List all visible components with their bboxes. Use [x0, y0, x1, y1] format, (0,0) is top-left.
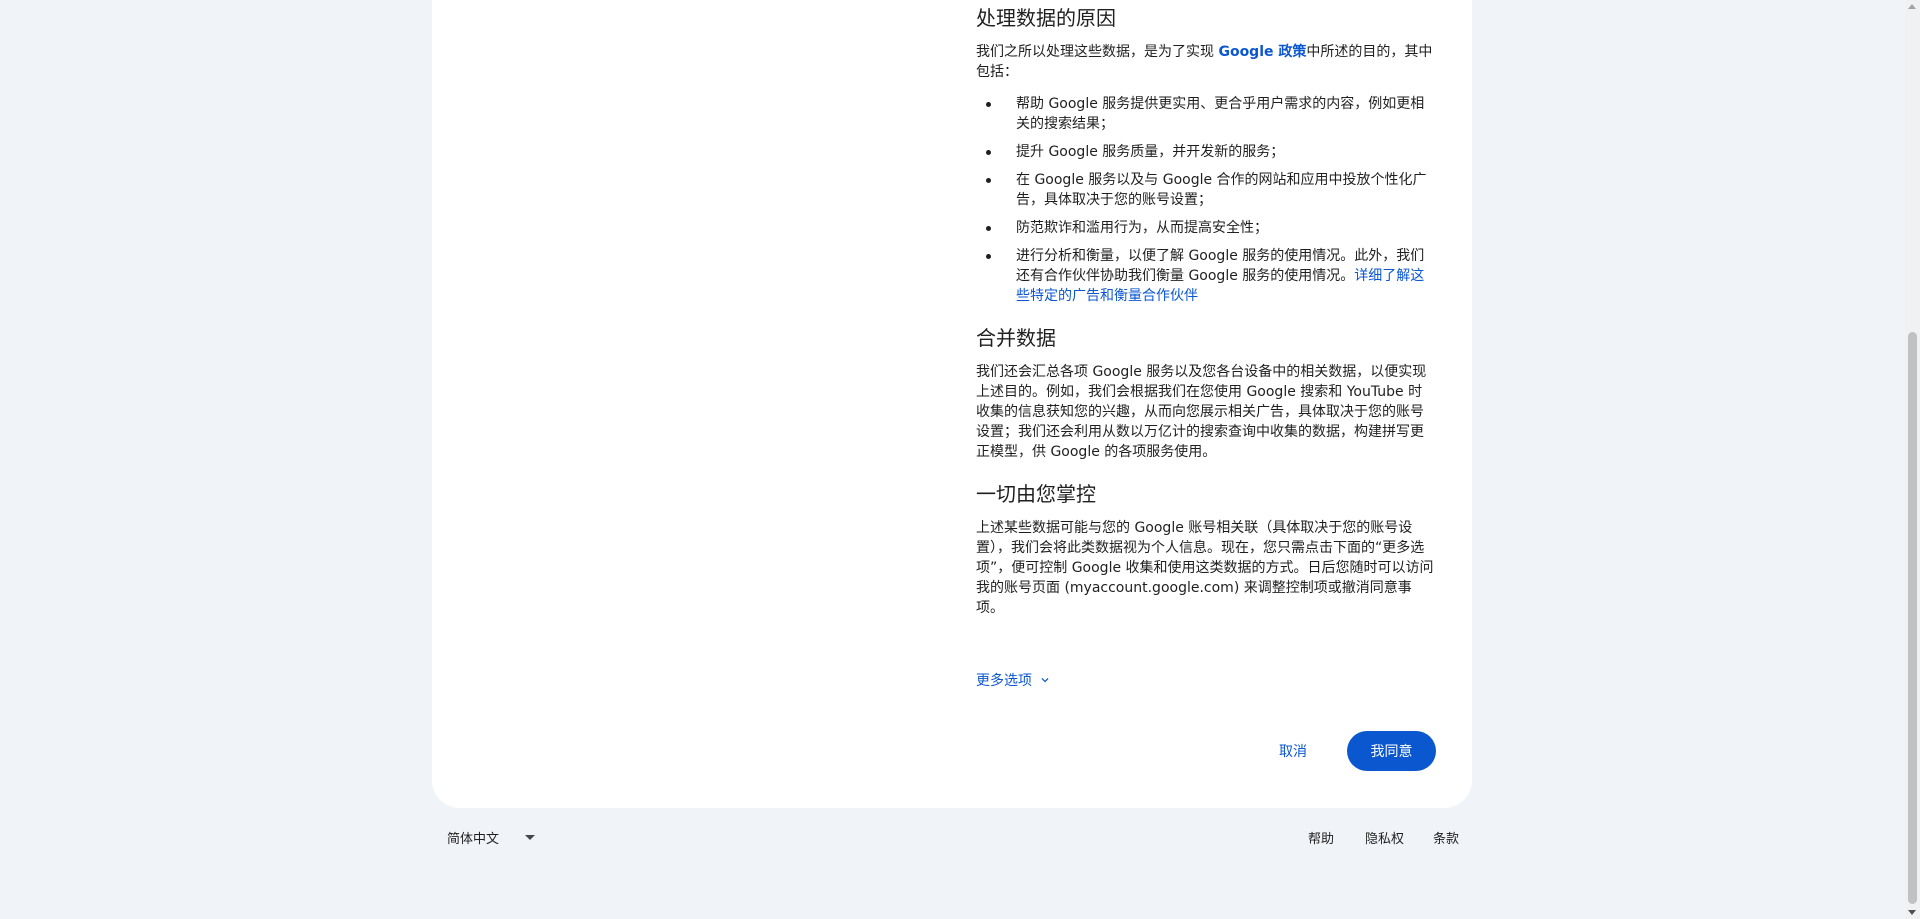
reasons-section: 处理数据的原因 我们之所以处理这些数据，是为了实现 Google 政策中所述的目…: [976, 4, 1436, 306]
scroll-down-icon[interactable]: [1908, 910, 1916, 915]
bullet-icon: [986, 178, 991, 183]
control-section: 一切由您掌控 上述某些数据可能与您的 Google 账号相关联（具体取决于您的账…: [976, 480, 1436, 618]
combine-heading: 合并数据: [976, 326, 1056, 350]
cancel-button[interactable]: 取消: [1262, 731, 1324, 771]
bullet-icon: [986, 226, 991, 231]
footer-links: 帮助 隐私权 条款: [1300, 828, 1460, 848]
more-options-label: 更多选项: [976, 673, 1032, 689]
bullet-icon: [986, 150, 991, 155]
reasons-intro: 我们之所以处理这些数据，是为了实现 Google 政策中所述的目的，其中包括：: [976, 44, 1433, 80]
control-body: 上述某些数据可能与您的 Google 账号相关联（具体取决于您的账号设置），我们…: [976, 520, 1434, 616]
terms-link[interactable]: 条款: [1433, 828, 1459, 847]
list-item: 帮助 Google 服务提供更实用、更合乎用户需求的内容，例如更相关的搜索结果；: [976, 94, 1436, 134]
google-policy-link[interactable]: Google 政策: [1218, 44, 1306, 60]
bullet-icon: [986, 102, 991, 107]
combine-section: 合并数据 我们还会汇总各项 Google 服务以及您各台设备中的相关数据，以便实…: [976, 324, 1436, 462]
list-item: 进行分析和衡量，以便了解 Google 服务的使用情况。此外，我们还有合作伙伴协…: [976, 246, 1436, 306]
page-scrollbar[interactable]: [1905, 0, 1920, 919]
help-link[interactable]: 帮助: [1308, 828, 1334, 847]
reasons-heading: 处理数据的原因: [976, 6, 1116, 30]
language-label: 简体中文: [447, 832, 500, 847]
scroll-up-icon[interactable]: [1908, 4, 1916, 9]
list-item: 在 Google 服务以及与 Google 合作的网站和应用中投放个性化广告，具…: [976, 170, 1436, 210]
language-select[interactable]: 简体中文: [447, 828, 536, 847]
list-item: 防范欺诈和滥用行为，从而提高安全性；: [976, 218, 1436, 238]
combine-body: 我们还会汇总各项 Google 服务以及您各台设备中的相关数据，以便实现上述目的…: [976, 364, 1427, 460]
control-heading: 一切由您掌控: [976, 482, 1096, 506]
caret-down-icon: [525, 835, 536, 840]
reasons-list: 帮助 Google 服务提供更实用、更合乎用户需求的内容，例如更相关的搜索结果；…: [976, 94, 1436, 306]
agree-button[interactable]: 我同意: [1347, 731, 1436, 771]
chevron-down-icon: [1041, 678, 1049, 683]
list-item: 提升 Google 服务质量，并开发新的服务；: [976, 142, 1436, 162]
privacy-link[interactable]: 隐私权: [1365, 828, 1404, 847]
consent-content: …… 处理数据的原因 我们之所以处理这些数据，是为了实现 Google 政策中所…: [976, 0, 1436, 690]
bullet-icon: [986, 254, 991, 259]
more-options-toggle[interactable]: 更多选项: [976, 670, 1052, 690]
scrollbar-thumb[interactable]: [1908, 332, 1917, 904]
